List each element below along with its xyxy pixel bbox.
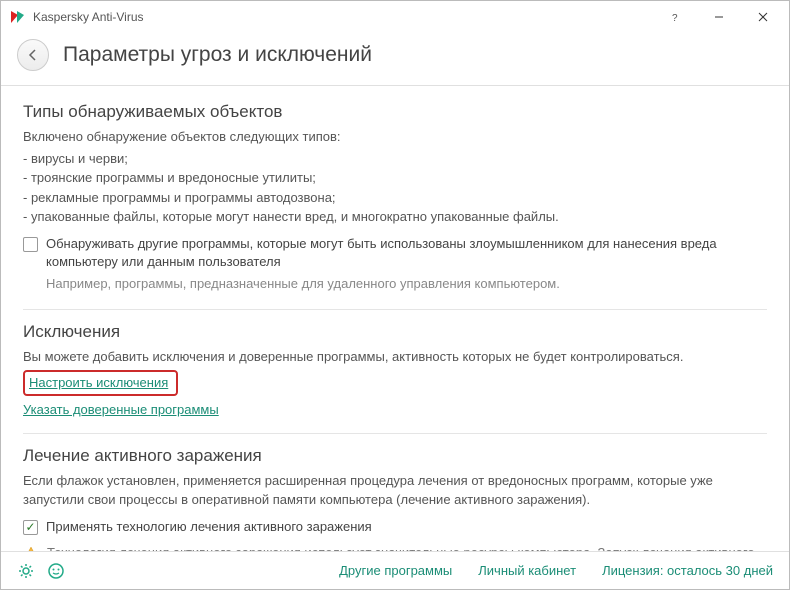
list-item: - упакованные файлы, которые могут нанес… — [23, 207, 767, 227]
list-item: - троянские программы и вредоносные утил… — [23, 168, 767, 188]
divider — [23, 309, 767, 310]
minimize-button[interactable] — [697, 1, 741, 33]
other-programs-link[interactable]: Другие программы — [339, 563, 452, 578]
detected-types-list: - вирусы и черви; - троянские программы … — [23, 149, 767, 227]
close-button[interactable] — [741, 1, 785, 33]
brand-logo-icon — [9, 9, 25, 25]
detected-types-desc: Включено обнаружение объектов следующих … — [23, 128, 767, 147]
divider — [23, 433, 767, 434]
help-button[interactable]: ? — [653, 1, 697, 33]
back-button[interactable] — [17, 39, 49, 71]
exclusions-heading: Исключения — [23, 322, 767, 342]
list-item: - вирусы и черви; — [23, 149, 767, 169]
active-disinfection-checkbox[interactable] — [23, 520, 38, 535]
detect-other-hint: Например, программы, предназначенные для… — [46, 275, 767, 293]
app-title: Kaspersky Anti-Virus — [33, 10, 653, 24]
disinfection-heading: Лечение активного заражения — [23, 446, 767, 466]
support-face-icon[interactable] — [47, 562, 65, 580]
settings-gear-icon[interactable] — [17, 562, 35, 580]
active-disinfection-label: Применять технологию лечения активного з… — [46, 518, 372, 536]
list-item: - рекламные программы и программы автодо… — [23, 188, 767, 208]
detect-other-label: Обнаруживать другие программы, которые м… — [46, 235, 767, 271]
disinfection-desc: Если флажок установлен, применяется расш… — [23, 472, 767, 510]
disinfection-warning: Технология лечения активного заражения и… — [47, 544, 767, 551]
arrow-left-icon — [26, 48, 40, 62]
license-link[interactable]: Лицензия: осталось 30 дней — [602, 563, 773, 578]
account-link[interactable]: Личный кабинет — [478, 563, 576, 578]
svg-text:?: ? — [672, 13, 678, 22]
exclusions-desc: Вы можете добавить исключения и доверенн… — [23, 348, 767, 367]
highlight-box: Настроить исключения — [23, 370, 178, 396]
page-title: Параметры угроз и исключений — [63, 43, 372, 67]
detected-types-heading: Типы обнаруживаемых объектов — [23, 102, 767, 122]
trusted-apps-link[interactable]: Указать доверенные программы — [23, 402, 219, 417]
detect-other-checkbox[interactable] — [23, 237, 38, 252]
configure-exclusions-link[interactable]: Настроить исключения — [29, 375, 168, 390]
